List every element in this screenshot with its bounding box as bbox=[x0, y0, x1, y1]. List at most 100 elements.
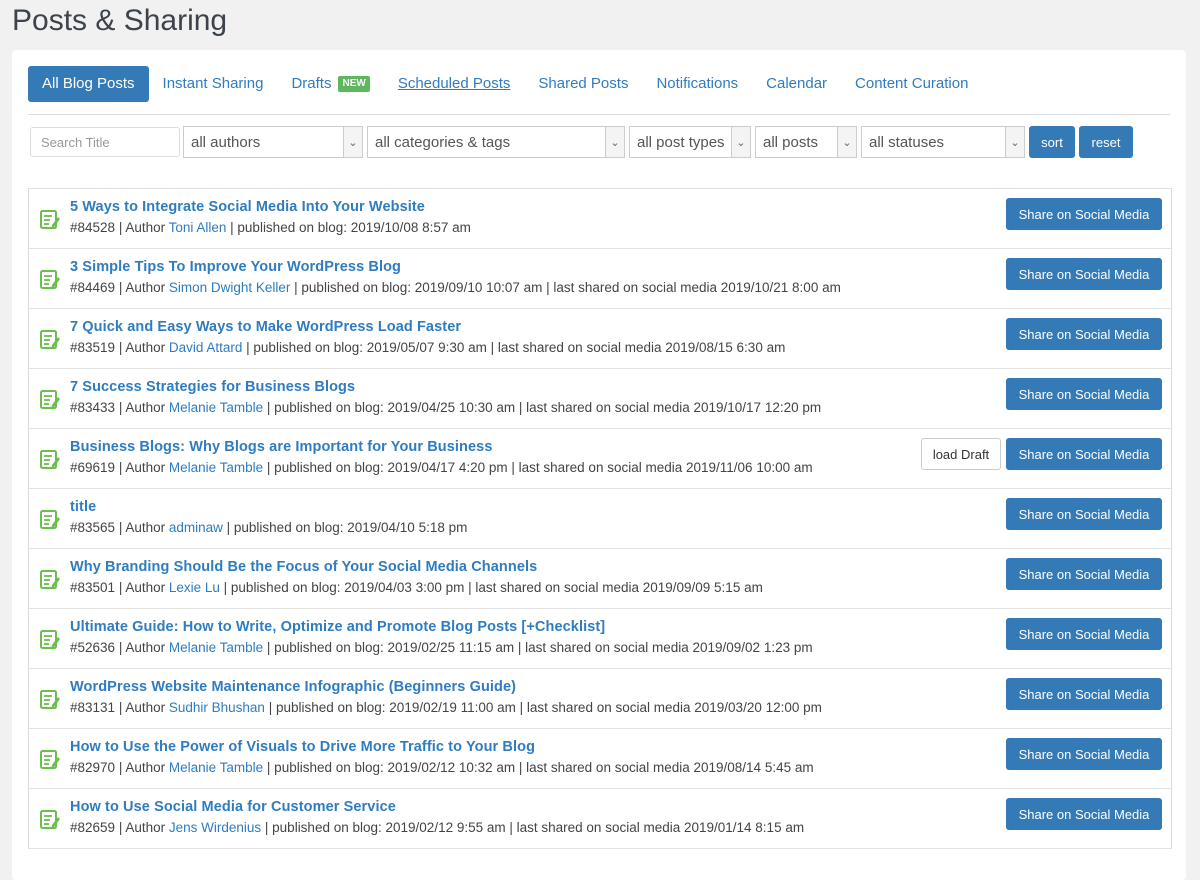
post-title-link[interactable]: WordPress Website Maintenance Infographi… bbox=[70, 679, 516, 695]
author-link[interactable]: David Attard bbox=[169, 340, 243, 355]
tab-label: Drafts bbox=[291, 75, 332, 92]
published-date: 2019/09/10 10:07 am bbox=[414, 280, 543, 295]
published-prefix: | published on blog: bbox=[261, 820, 386, 835]
post-id: #83501 bbox=[70, 580, 116, 595]
post-title-link[interactable]: 7 Success Strategies for Business Blogs bbox=[70, 379, 355, 395]
published-date: 2019/04/10 5:18 pm bbox=[347, 520, 468, 535]
shared-date: 2019/08/14 5:45 am bbox=[693, 760, 814, 775]
search-title-input[interactable]: Search Title bbox=[30, 127, 180, 157]
author-link[interactable]: Lexie Lu bbox=[169, 580, 220, 595]
tab-all-blog-posts[interactable]: All Blog Posts bbox=[28, 66, 149, 102]
tab-shared-posts[interactable]: Shared Posts bbox=[524, 66, 642, 102]
reset-button[interactable]: reset bbox=[1079, 126, 1133, 158]
author-link[interactable]: Sudhir Bhushan bbox=[169, 700, 265, 715]
author-link[interactable]: Simon Dwight Keller bbox=[169, 280, 291, 295]
share-on-social-media-button[interactable]: Share on Social Media bbox=[1006, 678, 1162, 710]
chevron-down-icon: ⌄ bbox=[731, 127, 750, 157]
post-meta: #82659 | Author Jens Wirdenius | publish… bbox=[70, 820, 804, 835]
post-title-link[interactable]: 7 Quick and Easy Ways to Make WordPress … bbox=[70, 319, 461, 335]
published-prefix: | published on blog: bbox=[263, 760, 388, 775]
post-title-link[interactable]: 3 Simple Tips To Improve Your WordPress … bbox=[70, 259, 401, 275]
author-link[interactable]: Melanie Tamble bbox=[169, 760, 263, 775]
post-id: #82970 bbox=[70, 760, 116, 775]
authors-select[interactable]: all authors ⌄ bbox=[183, 126, 363, 158]
categories-select[interactable]: all categories & tags ⌄ bbox=[367, 126, 625, 158]
shared-prefix: | last shared on social media bbox=[515, 700, 695, 715]
post-row: Why Branding Should Be the Focus of Your… bbox=[29, 549, 1171, 609]
post-id: #83433 bbox=[70, 400, 116, 415]
post-row: 7 Quick and Easy Ways to Make WordPress … bbox=[29, 309, 1171, 369]
author-link[interactable]: adminaw bbox=[169, 520, 223, 535]
post-row: title #83565 | Author adminaw | published… bbox=[29, 489, 1171, 549]
load-draft-button[interactable]: load Draft bbox=[921, 438, 1001, 470]
shared-date: 2019/10/17 12:20 pm bbox=[693, 400, 822, 415]
share-on-social-media-button[interactable]: Share on Social Media bbox=[1006, 378, 1162, 410]
share-on-social-media-button[interactable]: Share on Social Media bbox=[1006, 498, 1162, 530]
post-row: How to Use Social Media for Customer Ser… bbox=[29, 789, 1171, 849]
author-link[interactable]: Melanie Tamble bbox=[169, 640, 263, 655]
post-id: #83519 bbox=[70, 340, 116, 355]
post-title-link[interactable]: title bbox=[70, 499, 96, 515]
share-on-social-media-button[interactable]: Share on Social Media bbox=[1006, 798, 1162, 830]
post-row: How to Use the Power of Visuals to Drive… bbox=[29, 729, 1171, 789]
post-row: 3 Simple Tips To Improve Your WordPress … bbox=[29, 249, 1171, 309]
author-link[interactable]: Jens Wirdenius bbox=[169, 820, 261, 835]
post-title-link[interactable]: Business Blogs: Why Blogs are Important … bbox=[70, 439, 493, 455]
post-row: WordPress Website Maintenance Infographi… bbox=[29, 669, 1171, 729]
share-on-social-media-button[interactable]: Share on Social Media bbox=[1006, 558, 1162, 590]
published-date: 2019/04/03 3:00 pm bbox=[344, 580, 465, 595]
post-edit-icon bbox=[39, 328, 61, 350]
chevron-down-icon: ⌄ bbox=[1005, 127, 1024, 157]
search-placeholder: Search Title bbox=[41, 134, 110, 150]
chevron-down-icon: ⌄ bbox=[605, 127, 624, 157]
share-on-social-media-button[interactable]: Share on Social Media bbox=[1006, 318, 1162, 350]
author-prefix: | Author bbox=[115, 760, 169, 775]
author-link[interactable]: Toni Allen bbox=[169, 220, 227, 235]
tab-drafts[interactable]: Drafts NEW bbox=[277, 66, 383, 102]
tab-bar: All Blog Posts Instant Sharing Drafts NEW Sc… bbox=[28, 66, 1170, 115]
tab-scheduled-posts[interactable]: Scheduled Posts bbox=[384, 66, 525, 102]
published-prefix: | published on blog: bbox=[242, 340, 367, 355]
posts-select[interactable]: all posts ⌄ bbox=[755, 126, 857, 158]
tab-calendar[interactable]: Calendar bbox=[752, 66, 841, 102]
post-title-link[interactable]: 5 Ways to Integrate Social Media Into Yo… bbox=[70, 199, 425, 215]
chevron-down-icon: ⌄ bbox=[837, 127, 856, 157]
shared-date: 2019/09/09 5:15 am bbox=[642, 580, 763, 595]
share-on-social-media-button[interactable]: Share on Social Media bbox=[1006, 618, 1162, 650]
tab-notifications[interactable]: Notifications bbox=[642, 66, 752, 102]
statuses-select-value: all statuses bbox=[869, 133, 945, 151]
share-on-social-media-button[interactable]: Share on Social Media bbox=[1006, 198, 1162, 230]
author-prefix: | Author bbox=[115, 280, 169, 295]
share-on-social-media-button[interactable]: Share on Social Media bbox=[1006, 438, 1162, 470]
published-prefix: | published on blog: bbox=[264, 700, 390, 715]
tab-label: Calendar bbox=[766, 75, 828, 92]
share-on-social-media-button[interactable]: Share on Social Media bbox=[1006, 258, 1162, 290]
author-link[interactable]: Melanie Tamble bbox=[169, 400, 263, 415]
post-id: #83131 bbox=[70, 700, 116, 715]
statuses-select[interactable]: all statuses ⌄ bbox=[861, 126, 1025, 158]
post-title-link[interactable]: How to Use the Power of Visuals to Drive… bbox=[70, 739, 535, 755]
author-prefix: | Author bbox=[115, 460, 169, 475]
tab-label: Instant Sharing bbox=[162, 75, 264, 92]
share-on-social-media-button[interactable]: Share on Social Media bbox=[1006, 738, 1162, 770]
post-title-link[interactable]: Ultimate Guide: How to Write, Optimize a… bbox=[70, 619, 605, 635]
post-id: #84469 bbox=[70, 280, 116, 295]
categories-select-value: all categories & tags bbox=[375, 133, 511, 151]
post-meta: #52636 | Author Melanie Tamble | publish… bbox=[70, 640, 813, 655]
author-link[interactable]: Melanie Tamble bbox=[169, 460, 263, 475]
author-prefix: | Author bbox=[115, 220, 169, 235]
tab-content-curation[interactable]: Content Curation bbox=[841, 66, 982, 102]
post-row: 5 Ways to Integrate Social Media Into Yo… bbox=[29, 189, 1171, 249]
published-date: 2019/04/17 4:20 pm bbox=[387, 460, 508, 475]
post-edit-icon bbox=[39, 208, 61, 230]
post-edit-icon bbox=[39, 508, 61, 530]
post-title-link[interactable]: Why Branding Should Be the Focus of Your… bbox=[70, 559, 537, 575]
post-types-select[interactable]: all post types ⌄ bbox=[629, 126, 751, 158]
tab-label: All Blog Posts bbox=[42, 75, 135, 92]
post-edit-icon bbox=[39, 388, 61, 410]
tab-instant-sharing[interactable]: Instant Sharing bbox=[149, 66, 278, 102]
post-title-link[interactable]: How to Use Social Media for Customer Ser… bbox=[70, 799, 396, 815]
shared-prefix: | last shared on social media bbox=[486, 340, 666, 355]
page-title: Posts & Sharing bbox=[12, 4, 228, 37]
sort-button[interactable]: sort bbox=[1029, 126, 1075, 158]
